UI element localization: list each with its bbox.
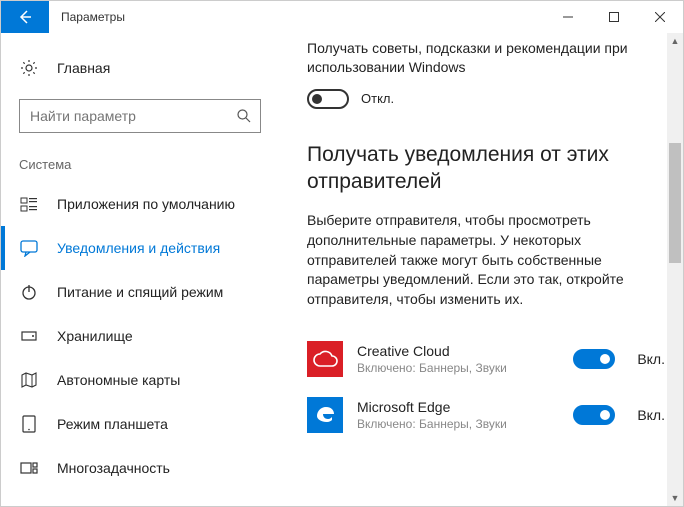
- sidebar-item-notifications[interactable]: Уведомления и действия: [1, 226, 279, 270]
- sidebar-item-label: Приложения по умолчанию: [57, 196, 235, 212]
- window-title: Параметры: [49, 1, 545, 33]
- sidebar-item-label: Автономные карты: [57, 372, 180, 388]
- maximize-button[interactable]: [591, 1, 637, 33]
- sidebar-item-maps[interactable]: Автономные карты: [1, 358, 279, 402]
- edge-icon: [307, 397, 343, 433]
- tips-toggle[interactable]: [307, 89, 349, 109]
- back-button[interactable]: [1, 1, 49, 33]
- sidebar: Главная Система Приложения по умолчанию …: [1, 33, 279, 506]
- sidebar-item-default-apps[interactable]: Приложения по умолчанию: [1, 182, 279, 226]
- sidebar-item-multitasking[interactable]: Многозадачность: [1, 446, 279, 490]
- sender-row[interactable]: Microsoft Edge Включено: Баннеры, Звуки …: [307, 387, 665, 443]
- scroll-up-arrow[interactable]: ▲: [667, 33, 683, 49]
- sidebar-item-tablet[interactable]: Режим планшета: [1, 402, 279, 446]
- toggle-off-label: Откл.: [361, 91, 394, 106]
- toggle-on-label: Вкл.: [637, 351, 665, 367]
- tablet-icon: [19, 414, 39, 434]
- toggle-knob: [600, 354, 610, 364]
- multitasking-icon: [19, 458, 39, 478]
- creative-cloud-icon: [307, 341, 343, 377]
- sidebar-item-power[interactable]: Питание и спящий режим: [1, 270, 279, 314]
- toggle-knob: [312, 94, 322, 104]
- sidebar-item-label: Питание и спящий режим: [57, 284, 223, 300]
- sender-name: Microsoft Edge: [357, 399, 573, 415]
- sender-toggle[interactable]: [573, 405, 615, 425]
- sidebar-group-header: Система: [1, 151, 279, 182]
- maps-icon: [19, 370, 39, 390]
- section-header: Получать уведомления от этих отправителе…: [307, 141, 665, 196]
- search-input[interactable]: [30, 108, 236, 124]
- sidebar-home-label: Главная: [57, 60, 110, 76]
- gear-icon: [19, 58, 39, 78]
- search-icon: [236, 108, 252, 124]
- vertical-scrollbar[interactable]: ▲ ▼: [667, 33, 683, 506]
- notifications-icon: [19, 238, 39, 258]
- sender-toggle[interactable]: [573, 349, 615, 369]
- arrow-left-icon: [17, 9, 33, 25]
- section-body: Выберите отправителя, чтобы просмотреть …: [307, 211, 665, 309]
- toggle-knob: [600, 410, 610, 420]
- scroll-down-arrow[interactable]: ▼: [667, 490, 683, 506]
- sender-name: Creative Cloud: [357, 343, 573, 359]
- tips-description: Получать советы, подсказки и рекомендаци…: [307, 39, 665, 77]
- sender-row[interactable]: Creative Cloud Включено: Баннеры, Звуки …: [307, 331, 665, 387]
- sidebar-item-label: Режим планшета: [57, 416, 168, 432]
- sidebar-item-storage[interactable]: Хранилище: [1, 314, 279, 358]
- toggle-on-label: Вкл.: [637, 407, 665, 423]
- search-input-container[interactable]: [19, 99, 261, 133]
- close-button[interactable]: [637, 1, 683, 33]
- scroll-thumb[interactable]: [669, 143, 681, 263]
- defaults-icon: [19, 194, 39, 214]
- power-icon: [19, 282, 39, 302]
- sidebar-item-label: Уведомления и действия: [57, 240, 220, 256]
- sender-sub: Включено: Баннеры, Звуки: [357, 417, 573, 431]
- storage-icon: [19, 326, 39, 346]
- minimize-button[interactable]: [545, 1, 591, 33]
- content-pane: Получать советы, подсказки и рекомендаци…: [279, 33, 683, 506]
- sidebar-item-label: Многозадачность: [57, 460, 170, 476]
- sidebar-item-label: Хранилище: [57, 328, 133, 344]
- sender-list: Creative Cloud Включено: Баннеры, Звуки …: [307, 331, 665, 443]
- sender-sub: Включено: Баннеры, Звуки: [357, 361, 573, 375]
- sidebar-home[interactable]: Главная: [1, 47, 279, 89]
